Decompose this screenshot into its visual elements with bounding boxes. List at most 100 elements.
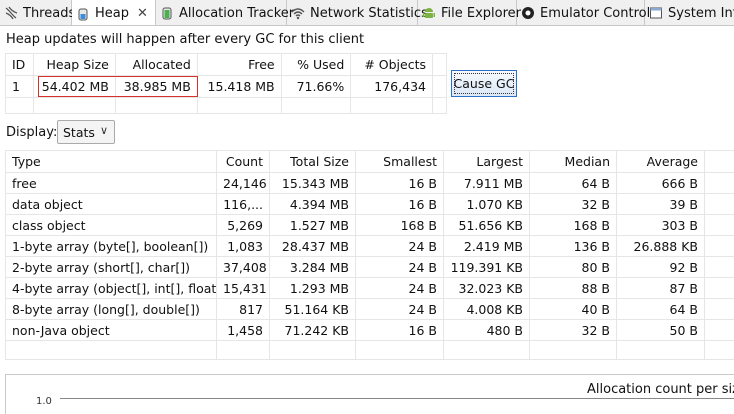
table-row[interactable]: 2-byte array (short[], char[])37,4083.28… — [6, 257, 734, 278]
android-icon — [422, 6, 436, 20]
table-cell: 37,408 — [217, 257, 270, 278]
table-row[interactable]: free24,14615.343 MB16 B7.911 MB64 B666 B — [6, 173, 734, 194]
table-cell: 87 B — [617, 278, 705, 299]
table-cell: 1.527 MB — [270, 215, 356, 236]
table-cell: 51.656 KB — [444, 215, 530, 236]
display-value: Stats — [63, 125, 95, 140]
cell: 176,434 — [351, 76, 433, 98]
table-cell-filler — [705, 236, 734, 257]
heap-stats-table: Type Count Total Size Smallest Largest M… — [5, 150, 734, 360]
table-cell: 4-byte array (object[], int[], float[]) — [6, 278, 217, 299]
table-cell: 40 B — [530, 299, 617, 320]
table-cell: 88 B — [530, 278, 617, 299]
table-cell: 50 B — [617, 320, 705, 341]
chart-axis — [60, 398, 734, 399]
cause-gc-button[interactable]: Cause GC — [451, 70, 517, 97]
table-cell: 2.419 MB — [444, 236, 530, 257]
tab-emulator-control[interactable]: Emulator Control — [517, 0, 645, 26]
table-cell-filler — [705, 278, 734, 299]
cell: 38.985 MB — [115, 76, 197, 98]
tab-file-explorer[interactable]: File Explorer — [418, 0, 517, 26]
table-cell: 80 B — [530, 257, 617, 278]
table-row[interactable]: class object5,2691.527 MB168 B51.656 KB1… — [6, 215, 734, 236]
chevron-down-icon: ∨ — [100, 124, 108, 137]
tab-label: File Explorer — [441, 6, 521, 21]
table-cell: 16 B — [356, 173, 444, 194]
table-cell: 7.911 MB — [444, 173, 530, 194]
table-cell: 1,083 — [217, 236, 270, 257]
tab-label: Heap — [95, 6, 129, 21]
table-cell: 24 B — [356, 299, 444, 320]
table-cell: 2-byte array (short[], char[]) — [6, 257, 217, 278]
table-cell-filler — [705, 194, 734, 215]
table-cell: 1.070 KB — [444, 194, 530, 215]
column-header[interactable]: Smallest — [356, 151, 444, 173]
table-cell: 15,431 — [217, 278, 270, 299]
table-cell: 817 — [217, 299, 270, 320]
table-cell-filler — [705, 257, 734, 278]
display-select[interactable]: Stats ∨ — [57, 120, 115, 144]
table-cell-filler — [705, 173, 734, 194]
display-label: Display: — [6, 125, 57, 140]
table-row[interactable]: 4-byte array (object[], int[], float[])1… — [6, 278, 734, 299]
table-cell: 32 B — [530, 320, 617, 341]
table-cell: 4.394 MB — [270, 194, 356, 215]
table-cell-filler — [705, 299, 734, 320]
close-icon[interactable]: ✕ — [137, 6, 148, 21]
table-cell: free — [6, 173, 217, 194]
tab-label: Allocation Tracker — [179, 6, 294, 21]
table-cell: 8-byte array (long[], double[]) — [6, 299, 217, 320]
column-header[interactable]: Median — [530, 151, 617, 173]
threads-icon — [4, 6, 18, 20]
table-cell: 1.293 MB — [270, 278, 356, 299]
table-cell: 32.023 KB — [444, 278, 530, 299]
table-row[interactable]: 1-byte array (byte[], boolean[])1,08328.… — [6, 236, 734, 257]
summary-row[interactable]: 1 54.402 MB 38.985 MB 15.418 MB 71.66% 1… — [6, 76, 447, 98]
tab-allocation-tracker[interactable]: Allocation Tracker — [156, 0, 287, 26]
table-cell: 119.391 KB — [444, 257, 530, 278]
table-cell: 16 B — [356, 320, 444, 341]
column-header[interactable]: Total Size — [270, 151, 356, 173]
tab-threads[interactable]: Threads — [0, 0, 72, 26]
table-cell: 64 B — [530, 173, 617, 194]
table-cell: 24,146 — [217, 173, 270, 194]
heap-update-info: Heap updates will happen after every GC … — [6, 32, 364, 47]
column-header[interactable]: Average — [617, 151, 705, 173]
table-cell: 3.284 MB — [270, 257, 356, 278]
column-header: Heap Size — [33, 54, 115, 76]
tab-system-info[interactable]: System Info — [645, 0, 734, 26]
table-row[interactable]: 8-byte array (long[], double[])81751.164… — [6, 299, 734, 320]
table-cell: 1-byte array (byte[], boolean[]) — [6, 236, 217, 257]
table-cell: 51.164 KB — [270, 299, 356, 320]
system-info-icon — [649, 6, 663, 20]
cell: 15.418 MB — [197, 76, 281, 98]
column-filler — [432, 54, 446, 76]
table-row[interactable]: data object116,...4.394 MB16 B1.070 KB32… — [6, 194, 734, 215]
heap-summary-table: ID Heap Size Allocated Free % Used # Obj… — [5, 53, 447, 114]
tab-label: Threads — [23, 6, 75, 21]
chart-tick-label: 1.0 — [36, 396, 52, 407]
tab-label: Network Statistics — [310, 6, 428, 21]
table-cell: 666 B — [617, 173, 705, 194]
table-cell: 32 B — [530, 194, 617, 215]
cell: 71.66% — [281, 76, 351, 98]
tab-heap[interactable]: Heap ✕ — [72, 0, 156, 26]
table-cell: 26.888 KB — [617, 236, 705, 257]
column-header[interactable]: Type — [6, 151, 217, 173]
column-header: # Objects — [351, 54, 433, 76]
column-header[interactable]: Count — [217, 151, 270, 173]
column-header: ID — [6, 54, 34, 76]
tab-network-statistics[interactable]: Network Statistics — [287, 0, 418, 26]
tab-bar: Threads Heap ✕ Allocation Tracker Networ… — [0, 0, 734, 26]
table-cell: non-Java object — [6, 320, 217, 341]
table-row[interactable]: non-Java object1,45871.242 KB16 B480 B32… — [6, 320, 734, 341]
column-header[interactable]: Largest — [444, 151, 530, 173]
table-cell: 1,458 — [217, 320, 270, 341]
column-header: % Used — [281, 54, 351, 76]
table-cell: data object — [6, 194, 217, 215]
column-header: Allocated — [115, 54, 197, 76]
table-cell: 64 B — [617, 299, 705, 320]
emulator-icon — [521, 6, 535, 20]
column-filler — [705, 151, 734, 173]
heap-icon — [76, 7, 90, 21]
